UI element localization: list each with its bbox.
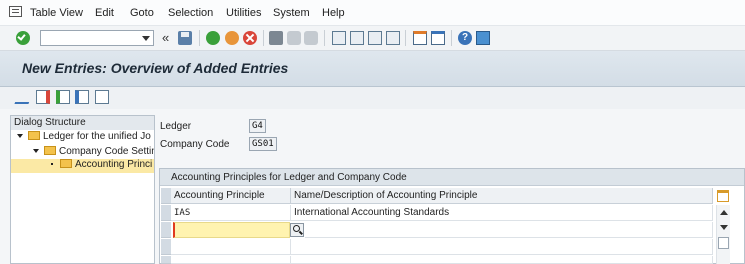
table-cell-empty (291, 256, 713, 264)
tree-item-ledger[interactable]: Ledger for the unified Jo (17, 131, 154, 142)
table-cell-empty (291, 239, 713, 255)
page-title: New Entries: Overview of Added Entries (22, 60, 289, 76)
expand-arrow-icon[interactable] (17, 134, 23, 139)
command-input[interactable] (41, 31, 137, 45)
new-session-icon[interactable] (413, 31, 427, 45)
save-icon[interactable] (178, 31, 192, 45)
double-chevron-left-icon[interactable]: « (162, 30, 169, 45)
standard-toolbar: « ? (0, 26, 745, 51)
row-selector[interactable] (161, 205, 171, 221)
menu-selection[interactable]: Selection (168, 7, 213, 19)
shortcut-icon[interactable] (431, 31, 445, 45)
column-header-accounting-principle[interactable]: Accounting Principle (171, 188, 291, 204)
next-page-icon[interactable] (368, 31, 382, 45)
print-icon[interactable] (269, 31, 283, 45)
chevron-down-icon[interactable] (142, 36, 150, 41)
select-all-icon[interactable] (56, 90, 70, 104)
tree-item-accounting-principle[interactable]: Accounting Princi (11, 159, 154, 173)
help-icon[interactable]: ? (458, 31, 472, 45)
deselect-all-icon[interactable] (95, 90, 109, 104)
ledger-label: Ledger (160, 121, 192, 132)
find-next-icon[interactable] (304, 31, 318, 45)
first-page-icon[interactable] (332, 31, 346, 45)
back-icon[interactable] (206, 31, 220, 45)
folder-icon (44, 146, 56, 155)
company-code-field: GS01 (249, 137, 277, 151)
previous-page-icon[interactable] (350, 31, 364, 45)
table-cell-description (305, 222, 713, 238)
dialog-structure-header: Dialog Structure (11, 116, 154, 130)
row-selector[interactable] (161, 222, 171, 238)
enter-check-icon[interactable] (16, 31, 30, 45)
scroll-up-arrow-icon[interactable] (720, 210, 728, 215)
expand-arrow-icon[interactable] (33, 149, 39, 154)
table-cell-empty[interactable] (171, 256, 291, 264)
tree-item-label: Ledger for the unified Jo (43, 131, 151, 142)
row-selector[interactable] (161, 239, 171, 255)
row-selector[interactable] (161, 256, 171, 264)
menu-icon[interactable] (9, 6, 22, 17)
table-cell-principle: IAS (171, 205, 291, 221)
table-cell-description: International Accounting Standards (291, 205, 713, 221)
menu-table-view[interactable]: Table View (30, 7, 83, 19)
folder-icon (28, 131, 40, 140)
value-help-search-icon[interactable] (290, 223, 304, 237)
last-page-icon[interactable] (386, 31, 400, 45)
menu-goto[interactable]: Goto (130, 7, 154, 19)
table-settings-icon[interactable] (717, 190, 729, 202)
vertical-scrollbar[interactable] (716, 205, 730, 264)
layout-menu-icon[interactable] (476, 31, 490, 45)
menu-help[interactable]: Help (322, 7, 345, 19)
accounting-principle-input[interactable] (173, 222, 290, 238)
menu-bar: Table View Edit Goto Selection Utilities… (0, 0, 745, 26)
menu-edit[interactable]: Edit (95, 7, 114, 19)
scroll-thumb[interactable] (718, 237, 729, 249)
ledger-field: G4 (249, 119, 266, 133)
open-folder-icon (60, 159, 72, 168)
find-icon[interactable] (287, 31, 301, 45)
delete-icon[interactable] (36, 90, 50, 104)
table-cell-empty[interactable] (171, 239, 291, 255)
column-header-name-description[interactable]: Name/Description of Accounting Principle (291, 188, 713, 204)
application-toolbar (0, 87, 745, 109)
scroll-down-arrow-icon[interactable] (720, 225, 728, 230)
tree-item-label: Accounting Princi (75, 159, 153, 170)
display-change-icon[interactable] (14, 90, 34, 104)
menu-system[interactable]: System (273, 7, 310, 19)
tree-item-label: Company Code Settin (59, 146, 154, 157)
select-block-icon[interactable] (75, 90, 89, 104)
table-caption: Accounting Principles for Ledger and Com… (160, 169, 744, 186)
menu-utilities[interactable]: Utilities (226, 7, 261, 19)
select-all-rows[interactable] (161, 188, 171, 204)
bullet-icon (51, 163, 53, 166)
tree-item-company-code[interactable]: Company Code Settin (33, 146, 154, 157)
company-code-label: Company Code (160, 139, 230, 150)
exit-icon[interactable] (225, 31, 239, 45)
command-field[interactable] (40, 30, 154, 46)
cancel-icon[interactable] (243, 31, 257, 45)
